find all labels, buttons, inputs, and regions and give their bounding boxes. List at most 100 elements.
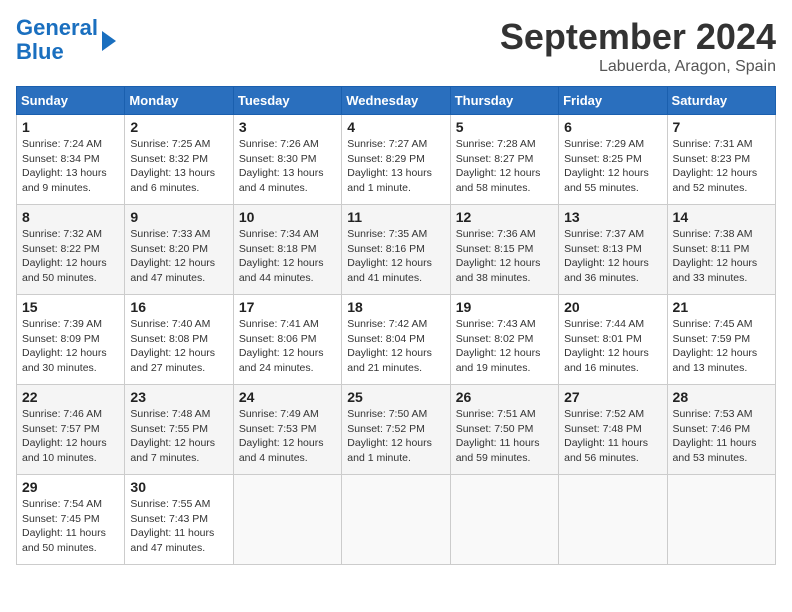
calendar-cell: 14Sunrise: 7:38 AM Sunset: 8:11 PM Dayli…: [667, 205, 775, 295]
page-header: General Blue September 2024 Labuerda, Ar…: [16, 16, 776, 76]
day-info: Sunrise: 7:32 AM Sunset: 8:22 PM Dayligh…: [22, 227, 119, 286]
weekday-header-tuesday: Tuesday: [233, 87, 341, 115]
calendar-week-3: 15 Sunrise: 7:39 AM Sunset: 8:09 PM Dayli…: [17, 295, 776, 385]
day-number: 27: [564, 389, 661, 405]
calendar-cell: 4 Sunrise: 7:27 AM Sunset: 8:29 PM Daylig…: [342, 115, 450, 205]
day-number: 30: [130, 479, 227, 495]
day-number: 24: [239, 389, 336, 405]
title-area: September 2024 Labuerda, Aragon, Spain: [500, 16, 776, 76]
day-info: Sunrise: 7:34 AM Sunset: 8:18 PM Dayligh…: [239, 227, 336, 286]
calendar-cell: 18Sunrise: 7:42 AM Sunset: 8:04 PM Dayli…: [342, 295, 450, 385]
calendar-cell: 25Sunrise: 7:50 AM Sunset: 7:52 PM Dayli…: [342, 385, 450, 475]
day-number: 20: [564, 299, 661, 315]
logo-general: General: [16, 15, 98, 40]
calendar-cell: 7Sunrise: 7:31 AM Sunset: 8:23 PM Daylig…: [667, 115, 775, 205]
day-number: 16: [130, 299, 227, 315]
day-info: Sunrise: 7:48 AM Sunset: 7:55 PM Dayligh…: [130, 407, 227, 466]
day-info: Sunrise: 7:25 AM Sunset: 8:32 PM Dayligh…: [130, 137, 227, 196]
calendar-header-row: SundayMondayTuesdayWednesdayThursdayFrid…: [17, 87, 776, 115]
day-number: 7: [673, 119, 770, 135]
day-info: Sunrise: 7:40 AM Sunset: 8:08 PM Dayligh…: [130, 317, 227, 376]
day-info: Sunrise: 7:43 AM Sunset: 8:02 PM Dayligh…: [456, 317, 553, 376]
weekday-header-sunday: Sunday: [17, 87, 125, 115]
calendar-cell: 15 Sunrise: 7:39 AM Sunset: 8:09 PM Dayli…: [17, 295, 125, 385]
day-number: 17: [239, 299, 336, 315]
calendar-cell: 6 Sunrise: 7:29 AM Sunset: 8:25 PM Daylig…: [559, 115, 667, 205]
calendar-cell: 20 Sunrise: 7:44 AM Sunset: 8:01 PM Dayli…: [559, 295, 667, 385]
calendar-cell: [667, 475, 775, 565]
weekday-header-friday: Friday: [559, 87, 667, 115]
logo-arrow-icon: [102, 31, 116, 51]
calendar-week-5: 29Sunrise: 7:54 AM Sunset: 7:45 PM Dayli…: [17, 475, 776, 565]
weekday-header-thursday: Thursday: [450, 87, 558, 115]
day-number: 5: [456, 119, 553, 135]
calendar-cell: 3 Sunrise: 7:26 AM Sunset: 8:30 PM Daylig…: [233, 115, 341, 205]
day-number: 3: [239, 119, 336, 135]
day-info: Sunrise: 7:38 AM Sunset: 8:11 PM Dayligh…: [673, 227, 770, 286]
day-number: 26: [456, 389, 553, 405]
calendar-week-2: 8 Sunrise: 7:32 AM Sunset: 8:22 PM Daylig…: [17, 205, 776, 295]
weekday-header-wednesday: Wednesday: [342, 87, 450, 115]
day-info: Sunrise: 7:35 AM Sunset: 8:16 PM Dayligh…: [347, 227, 444, 286]
day-number: 8: [22, 209, 119, 225]
calendar-cell: 16 Sunrise: 7:40 AM Sunset: 8:08 PM Dayli…: [125, 295, 233, 385]
day-info: Sunrise: 7:41 AM Sunset: 8:06 PM Dayligh…: [239, 317, 336, 376]
location-text: Labuerda, Aragon, Spain: [500, 58, 776, 76]
day-number: 23: [130, 389, 227, 405]
day-info: Sunrise: 7:33 AM Sunset: 8:20 PM Dayligh…: [130, 227, 227, 286]
logo-text: General Blue: [16, 16, 98, 64]
calendar-cell: [342, 475, 450, 565]
day-info: Sunrise: 7:45 AM Sunset: 7:59 PM Dayligh…: [673, 317, 770, 376]
day-number: 29: [22, 479, 119, 495]
day-number: 15: [22, 299, 119, 315]
day-number: 2: [130, 119, 227, 135]
day-info: Sunrise: 7:24 AM Sunset: 8:34 PM Dayligh…: [22, 137, 119, 196]
calendar-cell: 1Sunrise: 7:24 AM Sunset: 8:34 PM Daylig…: [17, 115, 125, 205]
calendar-cell: [233, 475, 341, 565]
day-info: Sunrise: 7:51 AM Sunset: 7:50 PM Dayligh…: [456, 407, 553, 466]
day-number: 10: [239, 209, 336, 225]
weekday-header-saturday: Saturday: [667, 87, 775, 115]
calendar-cell: 27 Sunrise: 7:52 AM Sunset: 7:48 PM Dayli…: [559, 385, 667, 475]
calendar-cell: 30 Sunrise: 7:55 AM Sunset: 7:43 PM Dayli…: [125, 475, 233, 565]
day-info: Sunrise: 7:52 AM Sunset: 7:48 PM Dayligh…: [564, 407, 661, 466]
day-number: 9: [130, 209, 227, 225]
day-number: 13: [564, 209, 661, 225]
calendar-cell: 17 Sunrise: 7:41 AM Sunset: 8:06 PM Dayli…: [233, 295, 341, 385]
logo: General Blue: [16, 16, 116, 64]
day-info: Sunrise: 7:26 AM Sunset: 8:30 PM Dayligh…: [239, 137, 336, 196]
day-number: 21: [673, 299, 770, 315]
day-number: 4: [347, 119, 444, 135]
day-info: Sunrise: 7:37 AM Sunset: 8:13 PM Dayligh…: [564, 227, 661, 286]
day-info: Sunrise: 7:44 AM Sunset: 8:01 PM Dayligh…: [564, 317, 661, 376]
calendar-cell: 10 Sunrise: 7:34 AM Sunset: 8:18 PM Dayli…: [233, 205, 341, 295]
day-info: Sunrise: 7:39 AM Sunset: 8:09 PM Dayligh…: [22, 317, 119, 376]
calendar-week-1: 1Sunrise: 7:24 AM Sunset: 8:34 PM Daylig…: [17, 115, 776, 205]
day-info: Sunrise: 7:46 AM Sunset: 7:57 PM Dayligh…: [22, 407, 119, 466]
weekday-header-monday: Monday: [125, 87, 233, 115]
day-info: Sunrise: 7:27 AM Sunset: 8:29 PM Dayligh…: [347, 137, 444, 196]
calendar-cell: 29Sunrise: 7:54 AM Sunset: 7:45 PM Dayli…: [17, 475, 125, 565]
calendar-cell: 23 Sunrise: 7:48 AM Sunset: 7:55 PM Dayli…: [125, 385, 233, 475]
day-info: Sunrise: 7:49 AM Sunset: 7:53 PM Dayligh…: [239, 407, 336, 466]
day-number: 6: [564, 119, 661, 135]
day-info: Sunrise: 7:42 AM Sunset: 8:04 PM Dayligh…: [347, 317, 444, 376]
calendar-cell: [559, 475, 667, 565]
day-info: Sunrise: 7:55 AM Sunset: 7:43 PM Dayligh…: [130, 497, 227, 556]
calendar-cell: 8 Sunrise: 7:32 AM Sunset: 8:22 PM Daylig…: [17, 205, 125, 295]
calendar-cell: 13 Sunrise: 7:37 AM Sunset: 8:13 PM Dayli…: [559, 205, 667, 295]
calendar-cell: 11 Sunrise: 7:35 AM Sunset: 8:16 PM Dayli…: [342, 205, 450, 295]
calendar-week-4: 22Sunrise: 7:46 AM Sunset: 7:57 PM Dayli…: [17, 385, 776, 475]
day-number: 12: [456, 209, 553, 225]
day-number: 11: [347, 209, 444, 225]
day-info: Sunrise: 7:50 AM Sunset: 7:52 PM Dayligh…: [347, 407, 444, 466]
day-info: Sunrise: 7:29 AM Sunset: 8:25 PM Dayligh…: [564, 137, 661, 196]
calendar-cell: [450, 475, 558, 565]
calendar-cell: 19 Sunrise: 7:43 AM Sunset: 8:02 PM Dayli…: [450, 295, 558, 385]
day-number: 19: [456, 299, 553, 315]
month-title: September 2024: [500, 16, 776, 58]
calendar-cell: 5 Sunrise: 7:28 AM Sunset: 8:27 PM Daylig…: [450, 115, 558, 205]
calendar-cell: 24 Sunrise: 7:49 AM Sunset: 7:53 PM Dayli…: [233, 385, 341, 475]
logo-blue: Blue: [16, 39, 64, 64]
day-info: Sunrise: 7:28 AM Sunset: 8:27 PM Dayligh…: [456, 137, 553, 196]
